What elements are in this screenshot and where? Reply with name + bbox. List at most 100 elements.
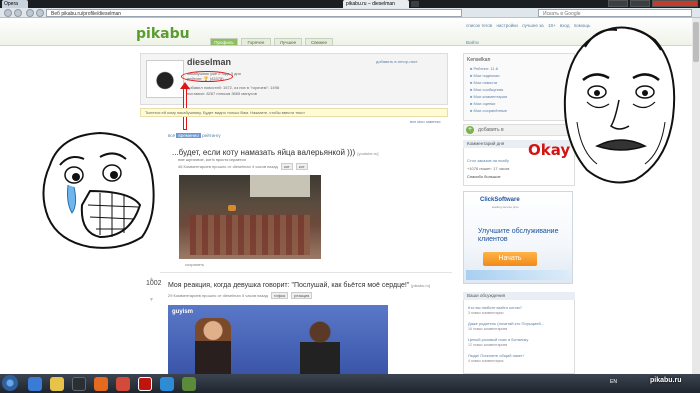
story-meta-text[interactable]: 29 Комментариев прошло от dieselman 5 ча… — [168, 293, 268, 298]
ad-start-button[interactable]: Начать — [483, 252, 537, 266]
story-meta-text[interactable]: 46 Комментариев прошло от dieselman 4 ча… — [178, 164, 278, 169]
gif-watermark: guyism — [172, 309, 194, 315]
story-divider — [160, 272, 452, 273]
profile-news: добавил новостей: 1572, из них в "горяче… — [187, 85, 280, 90]
address-bar[interactable]: Веб pikabu.ru/profile/dieselman — [46, 9, 462, 17]
tag-pill[interactable]: реакция — [291, 292, 313, 299]
annotation-circle — [181, 71, 233, 82]
firefox-icon[interactable] — [94, 377, 108, 391]
filter-all[interactable]: всё — [168, 133, 175, 138]
top-link-tags[interactable]: список тегов — [466, 23, 492, 28]
page-scrollbar[interactable] — [692, 18, 700, 374]
search-input[interactable]: Искать в Google — [538, 9, 692, 17]
start-button[interactable] — [2, 375, 18, 391]
ad-headline: Улучшите обслуживание клиентов — [478, 228, 559, 243]
top-link-settings[interactable]: настройки — [496, 23, 517, 28]
ad-decoration — [466, 270, 570, 280]
all-notes-link[interactable]: все мои заметки — [410, 119, 440, 124]
story-title-text[interactable]: Моя реакция, когда девушка говорит: "Пос… — [168, 282, 409, 289]
story-title[interactable]: Моя реакция, когда девушка говорит: "Пос… — [168, 282, 430, 289]
top-link-best-of[interactable]: лучшее за — [522, 23, 544, 28]
okay-caption: Okay — [528, 141, 571, 159]
tag-pill[interactable]: кот — [295, 163, 308, 170]
opera-icon[interactable] — [138, 377, 152, 391]
story-source: [youtube.ru] — [357, 151, 379, 156]
comment-of-day-text: Спасибо большое — [467, 174, 501, 179]
save-link[interactable]: сохранить — [185, 262, 204, 267]
scrollbar-thumb[interactable] — [693, 22, 699, 62]
plus-icon: + — [466, 126, 474, 134]
tab-profile[interactable]: Профиль — [210, 38, 238, 46]
tab-hot[interactable]: Горячее — [241, 38, 271, 46]
login-link[interactable]: Войти — [466, 40, 479, 45]
story-source: [pikabu.ru] — [411, 283, 430, 288]
tag-pill[interactable]: кот — [281, 163, 293, 170]
folder-icon[interactable] — [50, 377, 64, 391]
filter-time[interactable]: временно — [176, 133, 201, 138]
forward-icon[interactable] — [14, 9, 22, 17]
story-title-text[interactable]: ...будет, если коту намазать яйца валерь… — [172, 148, 357, 157]
discussion-count: 3 новых комментарии — [468, 311, 504, 315]
sidebar-item-news[interactable]: Мои новости — [470, 80, 498, 85]
minimize-button[interactable] — [608, 0, 628, 7]
downvote-icon[interactable]: ▼ — [149, 297, 155, 303]
discussion-link[interactable]: Люди! Почините общий пакет! — [468, 353, 524, 358]
discussion-count: 12 новых комментариев — [468, 343, 508, 347]
maximize-button[interactable] — [630, 0, 650, 7]
story-title[interactable]: ...будет, если коту намазать яйца валерь… — [172, 148, 378, 157]
tab-best[interactable]: Лучшее — [274, 38, 302, 46]
add-to-ignore-link[interactable]: добавить в игнор-лист — [376, 59, 418, 64]
sidebar-item-subscriptions[interactable]: Мои подписки — [470, 73, 500, 78]
chrome-icon[interactable] — [116, 377, 130, 391]
browser-tab-pikabu[interactable]: pikabu.ru – dieselman — [343, 0, 409, 8]
your-discussions-title: Ваши обсуждения — [463, 292, 575, 300]
profile-username: dieselman — [187, 57, 232, 67]
skype-icon[interactable] — [160, 377, 174, 391]
reload-icon[interactable] — [26, 9, 34, 17]
home-icon[interactable] — [36, 9, 44, 17]
tab-fresh[interactable]: Свежее — [305, 38, 333, 46]
new-tab-button[interactable] — [411, 1, 419, 7]
ad-tagline: leading service pros — [492, 205, 519, 209]
gif-person-man — [300, 320, 340, 375]
filter-rating[interactable]: рейтингу — [202, 133, 220, 138]
sort-filter: всё временно рейтингу — [168, 133, 221, 138]
discussion-link[interactable]: Даже родитель (почитай кто Порыцией... — [468, 321, 544, 326]
story-image-cat — [228, 205, 236, 211]
discussion-link[interactable]: Целый розовый поис в Ботанику — [468, 337, 528, 342]
site-logo[interactable]: pikabu — [136, 26, 190, 42]
sidebar-item-messages[interactable]: Мои сообщения — [470, 87, 504, 92]
utorrent-icon[interactable] — [182, 377, 196, 391]
sidebar-item-ratings[interactable]: Мои оценки — [470, 101, 496, 106]
avatar-image — [150, 64, 180, 94]
story-meta: 29 Комментариев прошло от dieselman 5 ча… — [168, 292, 313, 299]
browser-menu-button[interactable]: Opera — [2, 0, 28, 8]
okay-face-drawing — [563, 26, 676, 184]
user-menu-title: Kenselkan — [467, 57, 491, 63]
tag-pill[interactable]: гифка — [271, 292, 289, 299]
pikabu-watermark: pikabu.ru — [650, 377, 682, 384]
story-image-rug — [190, 215, 310, 255]
story-description: ние шуточное, кот!з просто играется — [178, 157, 246, 162]
top-link-18[interactable]: 18+ — [548, 23, 556, 28]
gif-person-woman — [195, 318, 231, 375]
ad-brand: ClickSoftware — [480, 197, 520, 203]
story-image-window — [250, 175, 310, 197]
comment-of-day-link[interactable]: Стол заказов на пиабу — [467, 158, 509, 163]
close-window-button[interactable] — [652, 0, 698, 7]
profile-votes: поставил: 8287 плюсов 3665 минусов — [187, 91, 257, 96]
sidebar-item-rating[interactable]: Рейтинг: 11.6 — [470, 66, 498, 71]
discussion-count: 4 новых комментария — [468, 359, 504, 363]
sidebar-item-saved[interactable]: Мои сохранённые — [470, 108, 508, 113]
note-bar[interactable]: Тынется ей кому пикабушнику. Будет видно… — [140, 108, 448, 117]
tray-language[interactable]: EN — [610, 379, 617, 385]
media-icon[interactable] — [72, 377, 86, 391]
sidebar-item-comments[interactable]: Мои комментарии — [470, 94, 508, 99]
back-icon[interactable] — [4, 9, 12, 17]
comment-of-day-meta: +1076 пишет: 17 часов — [467, 166, 510, 171]
story-meta: 46 Комментариев прошло от dieselman 4 ча… — [178, 163, 308, 170]
story-rating: 1002 — [146, 280, 162, 287]
happy-cry-face-drawing — [42, 131, 155, 249]
ie-icon[interactable] — [28, 377, 42, 391]
discussion-link[interactable]: Кто вы любите выйти котом? — [468, 305, 522, 310]
